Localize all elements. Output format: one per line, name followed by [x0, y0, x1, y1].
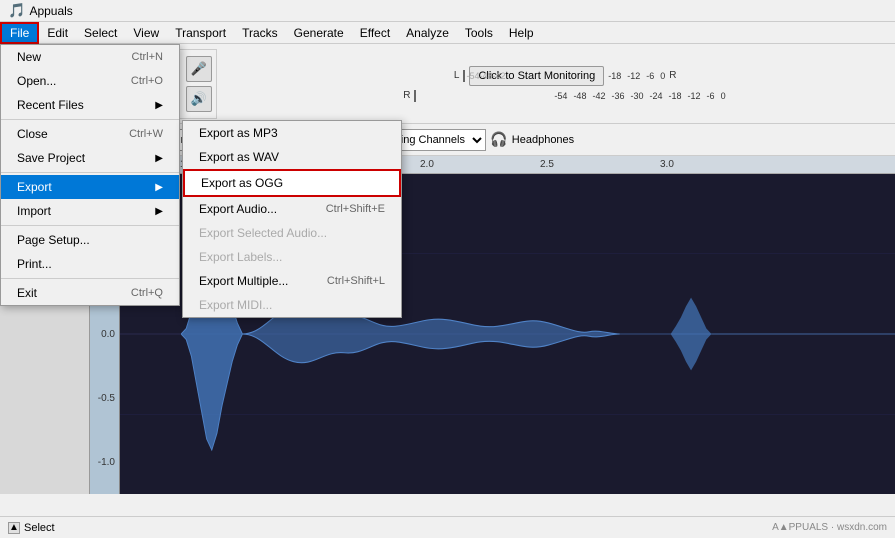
menu-save-project[interactable]: Save Project ▶	[1, 146, 179, 170]
export-ogg[interactable]: Export as OGG	[183, 169, 401, 197]
y-label-neg1.0: -1.0	[98, 457, 115, 468]
mic-button[interactable]: 🎤	[186, 56, 212, 82]
menu-analyze[interactable]: Analyze	[398, 22, 457, 44]
menu-print-label: Print...	[17, 257, 52, 271]
menu-close[interactable]: Close Ctrl+W	[1, 122, 179, 146]
menu-export-arrow: ▶	[155, 182, 163, 193]
separator-2	[1, 172, 179, 173]
export-multiple-label: Export Multiple...	[199, 274, 288, 288]
menu-recent-files[interactable]: Recent Files ▶	[1, 93, 179, 117]
menu-export-label: Export	[17, 180, 52, 194]
menu-import-arrow: ▶	[155, 206, 163, 217]
menu-import-label: Import	[17, 204, 51, 218]
menu-import[interactable]: Import ▶	[1, 199, 179, 223]
menu-close-shortcut: Ctrl+W	[129, 128, 163, 140]
status-arrow[interactable]: ▲	[8, 522, 20, 534]
menu-tracks[interactable]: Tracks	[234, 22, 286, 44]
export-midi: Export MIDI...	[183, 293, 401, 317]
export-selected-audio: Export Selected Audio...	[183, 221, 401, 245]
export-labels: Export Labels...	[183, 245, 401, 269]
menu-transport[interactable]: Transport	[167, 22, 234, 44]
separator-3	[1, 225, 179, 226]
menu-edit[interactable]: Edit	[39, 22, 76, 44]
menu-exit-shortcut: Ctrl+Q	[131, 287, 163, 299]
export-wav[interactable]: Export as WAV	[183, 145, 401, 169]
export-audio[interactable]: Export Audio... Ctrl+Shift+E	[183, 197, 401, 221]
menu-export[interactable]: Export ▶	[1, 175, 179, 199]
menu-open-shortcut: Ctrl+O	[131, 75, 163, 87]
status-left: ▲ Select	[8, 522, 55, 534]
menu-open-label: Open...	[17, 74, 56, 88]
menu-print[interactable]: Print...	[1, 252, 179, 276]
export-wav-label: Export as WAV	[199, 150, 279, 164]
menu-help[interactable]: Help	[501, 22, 542, 44]
menu-bar: File Edit Select View Transport Tracks G…	[0, 22, 895, 44]
y-label-0.0: 0.0	[101, 329, 115, 340]
separator-1	[1, 119, 179, 120]
file-menu-overlay: New Ctrl+N Open... Ctrl+O Recent Files ▶…	[0, 44, 180, 306]
export-multiple-shortcut: Ctrl+Shift+L	[327, 275, 385, 287]
separator-4	[1, 278, 179, 279]
menu-tools[interactable]: Tools	[457, 22, 501, 44]
menu-generate[interactable]: Generate	[286, 22, 352, 44]
menu-new-shortcut: Ctrl+N	[132, 51, 163, 63]
app-icon: 🎵	[8, 2, 25, 19]
export-ogg-label: Export as OGG	[201, 176, 283, 190]
menu-exit-label: Exit	[17, 286, 37, 300]
menu-close-label: Close	[17, 127, 48, 141]
export-mp3-label: Export as MP3	[199, 126, 278, 140]
menu-file[interactable]: File	[0, 22, 39, 44]
menu-new-label: New	[17, 50, 41, 64]
headphone-icon: 🎧	[490, 131, 507, 148]
menu-recent-arrow: ▶	[155, 100, 163, 111]
watermark: A▲PPUALS · wsxdn.com	[772, 522, 887, 533]
file-dropdown-menu: New Ctrl+N Open... Ctrl+O Recent Files ▶…	[0, 44, 180, 306]
menu-save-arrow: ▶	[155, 153, 163, 164]
status-bar: ▲ Select A▲PPUALS · wsxdn.com	[0, 516, 895, 538]
export-audio-label: Export Audio...	[199, 202, 277, 216]
menu-exit[interactable]: Exit Ctrl+Q	[1, 281, 179, 305]
export-labels-label: Export Labels...	[199, 250, 282, 264]
export-midi-label: Export MIDI...	[199, 298, 272, 312]
menu-page-setup-label: Page Setup...	[17, 233, 90, 247]
export-submenu: Export as MP3 Export as WAV Export as OG…	[182, 120, 402, 318]
menu-effect[interactable]: Effect	[352, 22, 398, 44]
export-selected-label: Export Selected Audio...	[199, 226, 327, 240]
export-multiple[interactable]: Export Multiple... Ctrl+Shift+L	[183, 269, 401, 293]
menu-view[interactable]: View	[125, 22, 167, 44]
app-title: Appuals	[29, 4, 72, 18]
title-bar: 🎵 Appuals	[0, 0, 895, 22]
menu-page-setup[interactable]: Page Setup...	[1, 228, 179, 252]
menu-open[interactable]: Open... Ctrl+O	[1, 69, 179, 93]
headphones-label: Headphones	[512, 134, 574, 146]
menu-save-label: Save Project	[17, 151, 85, 165]
speaker-button[interactable]: 🔊	[186, 86, 212, 112]
menu-new[interactable]: New Ctrl+N	[1, 45, 179, 69]
menu-recent-label: Recent Files	[17, 98, 84, 112]
menu-select[interactable]: Select	[76, 22, 125, 44]
monitoring-area: L -54 -48 -42 Click to Start Monitoring …	[225, 66, 891, 102]
select-tool-label[interactable]: Select	[24, 522, 55, 534]
export-mp3[interactable]: Export as MP3	[183, 121, 401, 145]
y-label-neg0.5: -0.5	[98, 393, 115, 404]
export-audio-shortcut: Ctrl+Shift+E	[326, 203, 385, 215]
